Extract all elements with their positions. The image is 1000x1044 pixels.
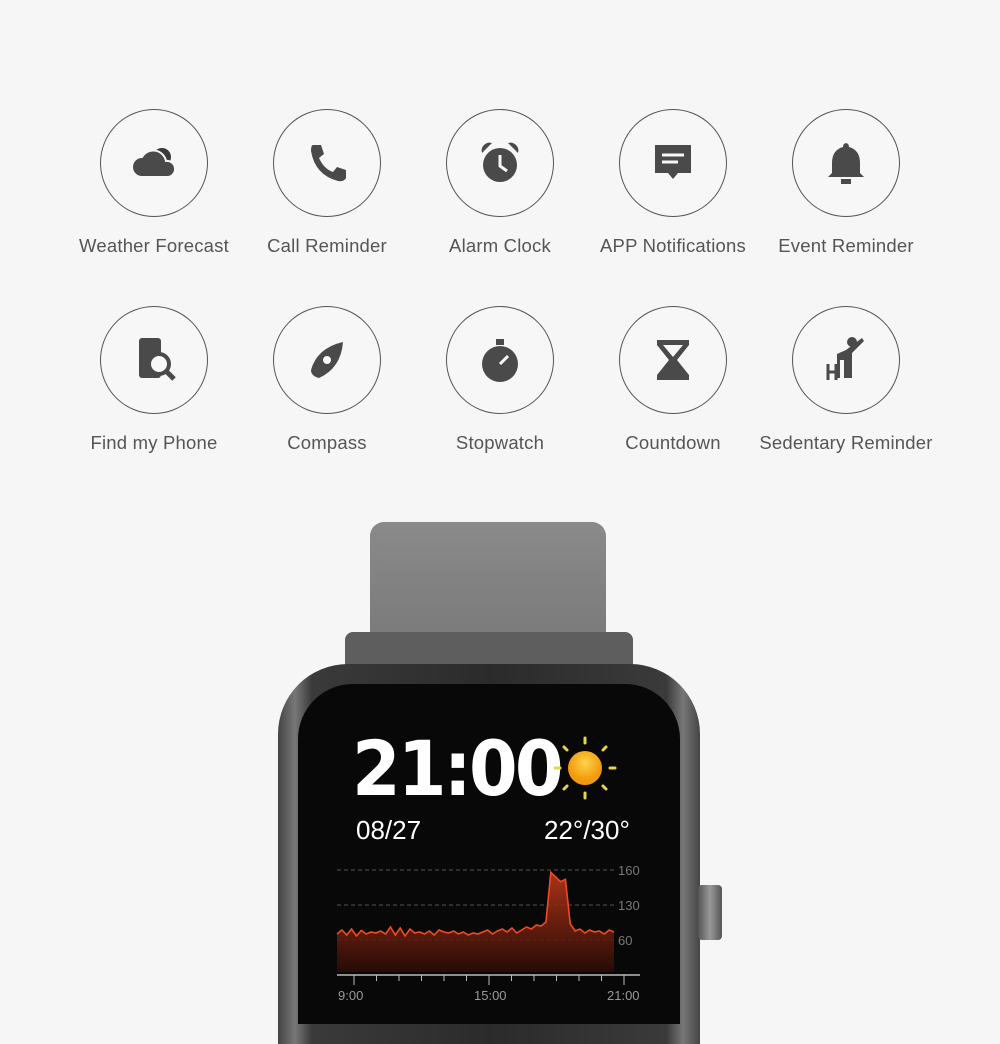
y-tick-label: 130 (618, 898, 640, 913)
feature-compass: Compass (237, 306, 417, 454)
find-phone-icon (139, 338, 176, 381)
feature-badge (100, 109, 208, 217)
feature-alarm-clock: Alarm Clock (410, 109, 590, 257)
hourglass-icon (657, 340, 689, 380)
x-tick-label: 15:00 (474, 988, 507, 1000)
feature-badge (792, 306, 900, 414)
feature-label: Event Reminder (778, 235, 914, 256)
feature-label: Sedentary Reminder (759, 432, 933, 453)
feature-label: Call Reminder (267, 235, 387, 256)
feature-label: Weather Forecast (79, 235, 229, 256)
heart-rate-line (336, 870, 615, 938)
heart-rate-area (337, 872, 614, 972)
heart-rate-chart: 160 130 60 9:00 15:00 21:00 (336, 863, 640, 1000)
x-tick-label: 21:00 (607, 988, 640, 1000)
feature-badge (273, 109, 381, 217)
stopwatch-icon (482, 339, 518, 382)
feature-badge (619, 306, 727, 414)
feature-label: APP Notifications (600, 235, 746, 256)
feature-sedentary-reminder: Sedentary Reminder (756, 306, 936, 454)
watch-crown-button[interactable] (698, 885, 722, 940)
feature-badge (446, 109, 554, 217)
sun-icon (553, 736, 617, 800)
feature-label: Stopwatch (455, 432, 545, 453)
watch-temperature: 22°/30° (544, 815, 630, 845)
y-tick-label: 160 (618, 863, 640, 878)
feature-countdown: Countdown (583, 306, 763, 454)
bell-icon (828, 143, 864, 184)
phone-icon (311, 145, 346, 182)
feature-find-my-phone: Find my Phone (64, 306, 244, 454)
message-icon (655, 145, 691, 179)
x-tick-label: 9:00 (338, 988, 363, 1000)
feature-label: Compass (287, 432, 367, 453)
feature-event-reminder: Event Reminder (756, 109, 936, 257)
watch-time: 21:00 (352, 724, 564, 813)
feature-badge (273, 306, 381, 414)
feature-label: Countdown (625, 432, 721, 453)
feature-badge (446, 306, 554, 414)
feature-label: Find my Phone (90, 432, 218, 453)
feature-badge (100, 306, 208, 414)
feature-label: Alarm Clock (449, 235, 551, 256)
feature-badge (619, 109, 727, 217)
compass-icon (311, 342, 343, 378)
stretching-person-icon (826, 337, 864, 380)
weather-cloud-icon (131, 148, 177, 178)
y-tick-label: 60 (618, 933, 632, 948)
feature-weather-forecast: Weather Forecast (64, 109, 244, 257)
feature-badge (792, 109, 900, 217)
feature-stopwatch: Stopwatch (410, 306, 590, 454)
feature-call-reminder: Call Reminder (237, 109, 417, 257)
feature-app-notifications: APP Notifications (583, 109, 763, 257)
watch-date: 08/27 (356, 815, 422, 845)
alarm-clock-icon (481, 142, 519, 182)
